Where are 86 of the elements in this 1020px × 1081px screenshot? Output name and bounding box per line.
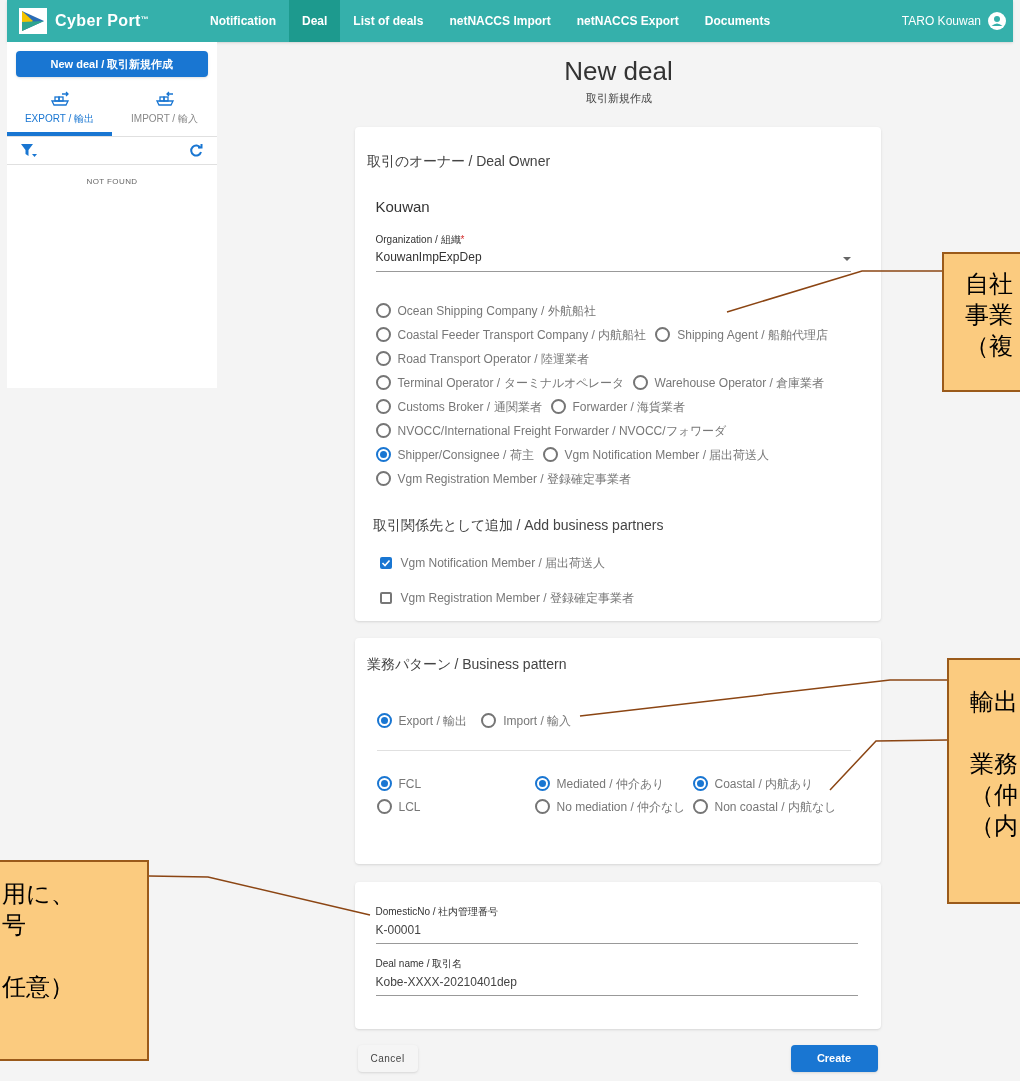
- radio-button[interactable]: [375, 471, 391, 486]
- option-label: Import / 輸入: [503, 712, 572, 730]
- option-label: Export / 輸出: [398, 712, 468, 730]
- radio-button[interactable]: [692, 799, 708, 814]
- option-label: Vgm Registration Member / 登録確定事業者: [400, 590, 634, 607]
- option-label: Terminal Operator / ターミナルオペレータ: [397, 374, 624, 392]
- nav-tab[interactable]: List of deals: [340, 0, 437, 42]
- callout-text: 号: [2, 910, 27, 940]
- user-name[interactable]: TARO Kouwan: [901, 12, 981, 30]
- dropdown-icon: [842, 257, 851, 262]
- option-label: Shipping Agent / 船舶代理店: [677, 326, 828, 344]
- create-button[interactable]: Create: [790, 1044, 878, 1072]
- ship-icon: [154, 91, 175, 107]
- option-label: Coastal Feeder Transport Company / 内航船社: [397, 326, 647, 344]
- nav-tab[interactable]: netNACCS Export: [563, 0, 692, 42]
- radio-button[interactable]: [375, 447, 391, 462]
- callout-text: 自社: [965, 269, 1014, 299]
- logo-icon: [19, 8, 47, 34]
- nav-tab[interactable]: Notification: [197, 0, 289, 42]
- option-label: Mediated / 仲介あり: [556, 775, 664, 793]
- radio-button[interactable]: [692, 776, 708, 791]
- checkbox[interactable]: [379, 557, 392, 569]
- radio-button[interactable]: [632, 375, 648, 390]
- radio-button[interactable]: [376, 713, 392, 728]
- option-label: Road Transport Operator / 陸運業者: [397, 350, 589, 368]
- nav-tab[interactable]: netNACCS Import: [436, 0, 564, 42]
- option-label: Vgm Registration Member / 登録確定事業者: [397, 470, 631, 488]
- text-field[interactable]: Deal name / 取引名 Kobe-XXXX-20210401dep: [375, 955, 858, 996]
- company-name: Kouwan: [375, 196, 431, 217]
- card-heading: 業務パターン / Business pattern: [366, 654, 568, 674]
- callout-text: 業務: [970, 749, 1019, 779]
- callout-text: （仲: [970, 780, 1019, 810]
- option-label: Warehouse Operator / 倉庫業者: [654, 374, 825, 392]
- option-label: Forwarder / 海貨業者: [572, 398, 686, 416]
- radio-button[interactable]: [375, 375, 391, 390]
- page-title: New deal: [564, 58, 673, 84]
- radio-button[interactable]: [375, 423, 391, 438]
- ship-icon: [49, 91, 70, 107]
- new-deal-button[interactable]: New deal / 取引新規作成: [16, 51, 208, 77]
- nav-tab[interactable]: Documents: [691, 0, 784, 42]
- radio-button[interactable]: [375, 351, 391, 366]
- section-heading: 取引関係先として追加 / Add business partners: [371, 516, 665, 535]
- option-label: Vgm Notification Member / 届出荷送人: [400, 555, 606, 572]
- option-label: Non coastal / 内航なし: [714, 798, 836, 816]
- option-label: Coastal / 内航あり: [714, 775, 814, 793]
- radio-button[interactable]: [481, 713, 497, 728]
- callout-text: 輸出: [970, 687, 1019, 717]
- option-label: Vgm Notification Member / 届出荷送人: [564, 446, 770, 464]
- radio-button[interactable]: [375, 303, 391, 318]
- radio-button[interactable]: [655, 327, 671, 342]
- sidebar-tab[interactable]: EXPORT / 輸出: [7, 91, 112, 136]
- user-icon[interactable]: [987, 11, 1007, 31]
- organization-select[interactable]: Organization / 組織* KouwanImpExpDep: [375, 232, 851, 272]
- radio-button[interactable]: [376, 776, 392, 791]
- filter-icon[interactable]: [21, 143, 37, 158]
- text-field[interactable]: DomesticNo / 社内管理番号 K-00001: [375, 903, 858, 944]
- radio-button[interactable]: [375, 327, 391, 342]
- callout-text: 事業: [965, 300, 1014, 330]
- nav-tab[interactable]: Deal: [289, 0, 341, 42]
- radio-button[interactable]: [534, 799, 550, 814]
- checkbox[interactable]: [379, 592, 392, 604]
- callout-text: （内: [970, 811, 1019, 841]
- refresh-icon[interactable]: [189, 143, 203, 158]
- radio-button[interactable]: [550, 399, 566, 414]
- callout-text: 用に、: [2, 879, 76, 909]
- empty-message: NOT FOUND: [85, 176, 139, 188]
- option-label: Shipper/Consignee / 荷主: [397, 446, 534, 464]
- option-label: Customs Broker / 通関業者: [397, 398, 542, 416]
- option-label: No mediation / 仲介なし: [556, 798, 686, 816]
- sidebar-tab[interactable]: IMPORT / 輸入: [112, 91, 217, 136]
- page-subtitle: 取引新規作成: [585, 91, 652, 106]
- radio-button[interactable]: [375, 399, 391, 414]
- option-label: NVOCC/International Freight Forwarder / NVOCC/フォワーダ: [397, 422, 726, 440]
- option-label: FCL: [398, 775, 422, 793]
- radio-button[interactable]: [534, 776, 550, 791]
- callout-text: 任意）: [2, 972, 75, 1002]
- option-label: LCL: [398, 798, 421, 816]
- required-mark: *: [460, 233, 465, 247]
- brand-name: Cyber Port$^{™}$: [55, 11, 150, 31]
- option-label: Ocean Shipping Company / 外航船社: [397, 302, 596, 320]
- radio-button[interactable]: [542, 447, 558, 462]
- cancel-button[interactable]: Cancel: [357, 1044, 418, 1072]
- card-heading: 取引のオーナー / Deal Owner: [366, 151, 552, 171]
- callout-text: （複: [965, 331, 1014, 361]
- field-label: Organization / 組織: [375, 233, 461, 247]
- radio-button[interactable]: [376, 799, 392, 814]
